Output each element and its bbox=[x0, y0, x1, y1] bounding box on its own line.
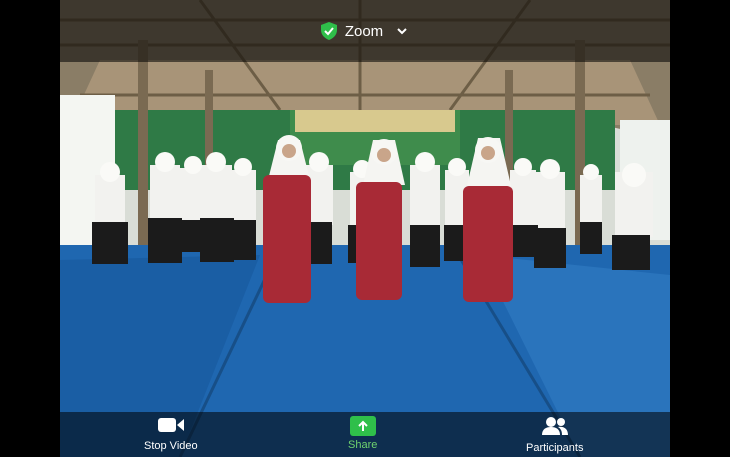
share-button[interactable]: Share bbox=[348, 416, 377, 451]
stop-video-label: Stop Video bbox=[144, 440, 198, 452]
people-icon bbox=[541, 416, 569, 439]
meeting-header[interactable]: Zoom bbox=[60, 0, 670, 62]
share-label: Share bbox=[348, 439, 378, 451]
app-title[interactable]: Zoom bbox=[345, 23, 383, 40]
video-camera-icon bbox=[157, 416, 185, 437]
meeting-toolbar: Stop Video Share Participants bbox=[60, 412, 670, 457]
video-feed bbox=[60, 0, 670, 457]
share-arrow-icon bbox=[349, 416, 376, 436]
chevron-down-icon[interactable] bbox=[395, 24, 409, 38]
stop-video-button[interactable]: Stop Video bbox=[144, 416, 198, 452]
participants-button[interactable]: Participants bbox=[526, 416, 583, 454]
shield-check-icon[interactable] bbox=[320, 22, 337, 40]
participants-label: Participants bbox=[526, 442, 584, 454]
